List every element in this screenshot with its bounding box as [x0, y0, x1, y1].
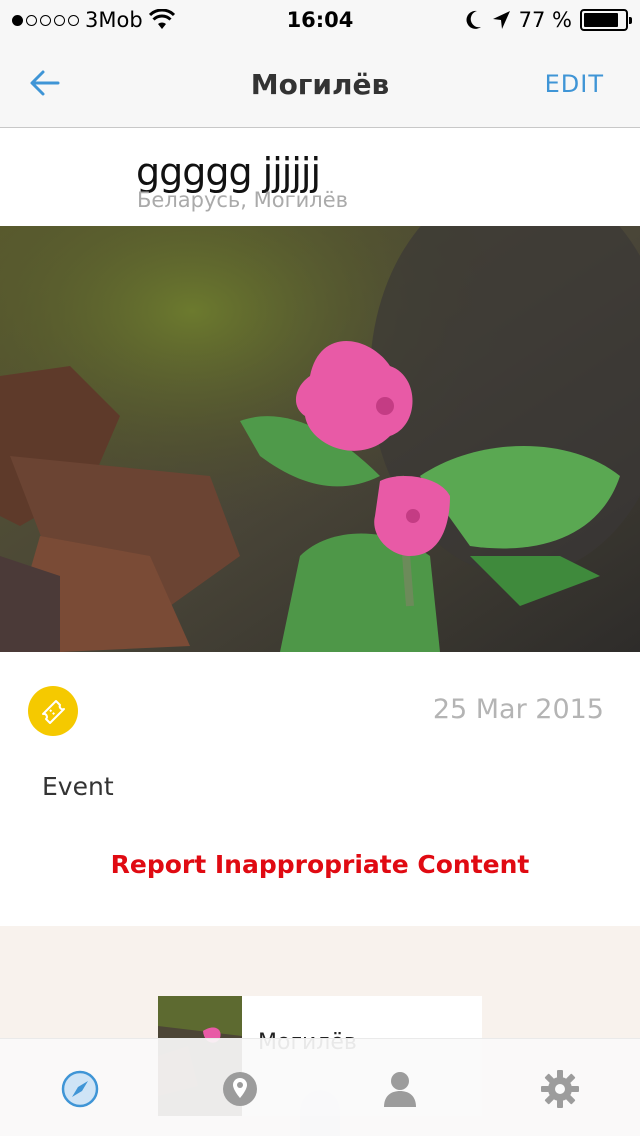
flower-photo: [0, 226, 640, 652]
status-bar: 3Mob 16:04 77 %: [0, 0, 640, 40]
map-pin-icon[interactable]: [220, 1069, 260, 1109]
battery-percent: 77 %: [518, 8, 572, 32]
report-content-link[interactable]: Report Inappropriate Content: [0, 850, 640, 879]
location-arrow-icon: [492, 11, 510, 29]
post-location: Беларусь, Могилёв: [137, 188, 349, 212]
moon-icon: [466, 10, 481, 29]
battery-icon: [580, 9, 632, 31]
post-category: Event: [42, 772, 114, 801]
compass-icon[interactable]: [60, 1069, 100, 1109]
navigation-bar: Могилёв EDIT: [0, 40, 640, 128]
ticket-icon: [42, 700, 65, 724]
event-category-badge: [28, 686, 78, 736]
post-photo[interactable]: [0, 226, 640, 652]
edit-button[interactable]: EDIT: [545, 70, 604, 98]
tab-bar: [0, 1038, 640, 1136]
person-icon[interactable]: [380, 1069, 420, 1109]
gear-icon[interactable]: [540, 1069, 580, 1109]
status-right: 77 %: [463, 8, 632, 32]
post-date: 25 Mar 2015: [432, 694, 604, 725]
